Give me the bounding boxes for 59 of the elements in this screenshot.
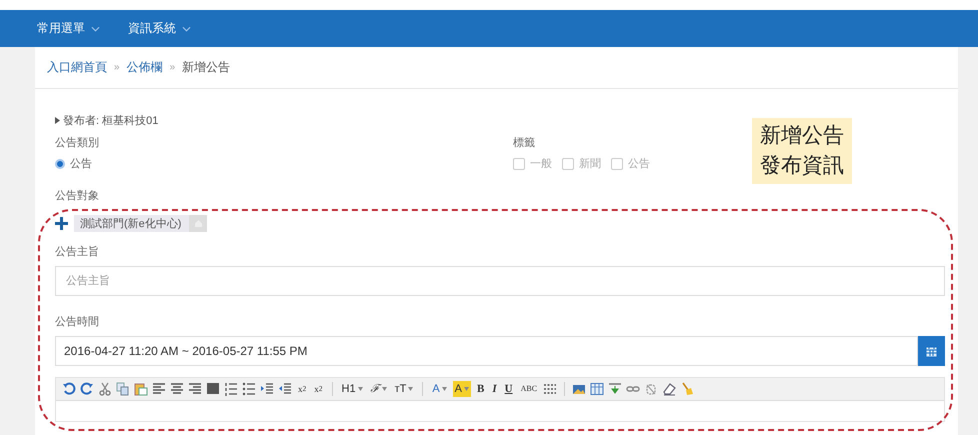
table-icon[interactable] [590,382,604,396]
breadcrumb-separator: » [170,62,176,73]
numbered-list-icon[interactable] [224,382,238,396]
toolbar-button[interactable]: ᴛT [392,381,416,397]
caret-icon [464,387,470,391]
broom-icon[interactable] [680,382,694,396]
toolbar-button[interactable]: B [475,381,486,397]
indent-icon[interactable] [260,382,274,396]
dotted-lines-icon[interactable] [543,382,558,396]
bullet-list-icon[interactable] [242,382,256,396]
justify-icon[interactable] [206,382,220,396]
annotation-text: 新增公告 [760,123,844,149]
toolbar-button[interactable]: A [452,381,472,397]
breadcrumb-current: 新增公告 [182,59,230,76]
toolbar-button[interactable]: A [430,381,449,397]
chevron-down-icon [182,26,191,32]
caret-icon [358,387,363,391]
triangle-icon [55,117,60,124]
plus-icon[interactable] [55,217,68,230]
paste-icon[interactable] [134,382,148,396]
annotation-text: 發布資訊 [760,153,844,179]
subject-input[interactable]: 公告主旨 [55,266,945,296]
align-right-icon[interactable] [188,382,202,396]
breadcrumb-link[interactable]: 入口網首頁 [47,59,107,76]
image-icon[interactable] [572,382,586,396]
scissors-icon[interactable] [98,382,112,396]
toolbar-button[interactable]: U [502,381,515,397]
calendar-icon [926,346,937,356]
nav-menu[interactable]: 資訊系統 [126,20,193,37]
date-range-input[interactable]: 2016-04-27 11:20 AM ~ 2016-05-27 11:55 PM [55,336,918,366]
eraser-icon[interactable] [662,382,676,396]
undo-icon[interactable] [62,382,76,396]
breadcrumb-separator: » [114,62,120,73]
redo-icon[interactable] [80,382,94,396]
field-label: 公告對象 [55,189,100,203]
toolbar-button[interactable]: H1 [340,381,365,397]
align-left-icon[interactable] [152,382,166,396]
nav-menu[interactable]: 常用選單 [35,20,102,37]
breadcrumb-link[interactable]: 公佈欄 [126,59,163,76]
radio-option[interactable]: 公告 [55,156,92,171]
caret-icon [408,387,414,391]
align-center-icon[interactable] [170,382,184,396]
caret-icon [382,387,387,391]
chip-label: 測試部門(新e化中心) [80,216,182,231]
caret-icon [442,387,447,391]
unlink-icon[interactable] [644,382,658,396]
field-label: 公告類別 [55,136,100,150]
copy-icon[interactable] [116,382,130,396]
toolbar-button[interactable]: I [490,381,499,397]
toolbar-button[interactable]: ℱ [368,381,389,397]
field-label: 標籤 [513,136,536,150]
publisher-text: 發布者: 桓基科技01 [63,114,158,128]
field-label: 公告時間 [55,315,100,329]
field-label: 公告主旨 [55,245,100,259]
chevron-down-icon [91,26,100,32]
calendar-button[interactable] [918,336,945,366]
toolbar-button[interactable]: ABC [518,381,540,397]
down-arrow-icon[interactable] [608,382,622,396]
outdent-icon[interactable] [278,382,292,396]
